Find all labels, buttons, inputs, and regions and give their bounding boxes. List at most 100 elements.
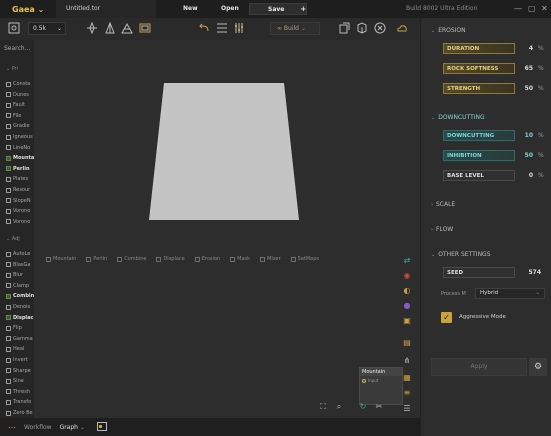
sliders-icon[interactable] — [233, 22, 245, 34]
primitive-item[interactable]: Plates — [6, 176, 28, 182]
swap-icon[interactable]: ⇄ — [402, 256, 412, 266]
menu-icon[interactable]: ☰ — [402, 404, 412, 414]
duration-value[interactable]: 4 — [511, 45, 533, 52]
terrain-icon[interactable] — [121, 22, 133, 34]
resolution-select[interactable]: 0.5k ⌄ — [28, 22, 66, 35]
fit-icon[interactable]: ⛶ — [318, 402, 328, 412]
primitive-item[interactable]: Perlin — [6, 166, 30, 172]
texture-icon[interactable] — [139, 22, 151, 34]
base-level-value[interactable]: 0 — [511, 172, 533, 179]
maximize-icon[interactable]: ▢ — [528, 0, 536, 18]
brand-menu[interactable]: Gaea ⌄ — [0, 5, 56, 14]
filter-item[interactable]: SatMaps — [290, 256, 319, 262]
cloud-icon[interactable] — [396, 22, 408, 34]
grid-icon[interactable]: ▦ — [402, 373, 412, 383]
downcutting-param[interactable]: DOWNCUTTING — [443, 130, 515, 141]
strength-value[interactable]: 50 — [511, 85, 533, 92]
primitive-item[interactable]: Vorono — [6, 219, 30, 225]
downcutting-value[interactable]: 10 — [511, 132, 533, 139]
adjustment-item[interactable]: Heal — [6, 346, 24, 352]
cancel-icon[interactable] — [374, 22, 386, 34]
adjustments-header[interactable]: ⌄ Adj — [6, 236, 20, 242]
drop-icon[interactable]: ● — [402, 301, 412, 311]
open-button[interactable]: Open — [221, 0, 239, 18]
settings-button[interactable]: ⚙ — [529, 358, 547, 376]
scale-section-header[interactable]: › SCALE — [431, 201, 455, 208]
more-icon[interactable]: ⋯ — [8, 423, 16, 432]
new-button[interactable]: New — [183, 0, 198, 18]
filter-item[interactable]: Displace — [156, 256, 185, 262]
eye-icon[interactable]: ◉ — [402, 271, 412, 281]
duration-param[interactable]: DURATION — [443, 43, 515, 54]
primitive-item[interactable]: Dunes — [6, 92, 29, 98]
rock-softness-value[interactable]: 65 — [511, 65, 533, 72]
base-level-param[interactable]: BASE LEVEL — [443, 170, 515, 181]
primitive-item[interactable]: Gradie — [6, 123, 30, 129]
adjustment-item[interactable]: Blur — [6, 272, 23, 278]
curves-icon[interactable] — [216, 22, 228, 34]
minimize-icon[interactable]: — — [514, 0, 522, 18]
terrain-preview[interactable] — [149, 83, 299, 223]
adjustment-item[interactable]: Invert — [6, 357, 28, 363]
plus-icon[interactable]: + — [300, 5, 306, 13]
adjustment-item[interactable]: Sharpe — [6, 368, 31, 374]
adjustment-item[interactable]: Clamp — [6, 283, 29, 289]
downcutting-section-header[interactable]: ⌄ DOWNCUTTING — [431, 114, 485, 121]
mini-node-mountain[interactable]: Mountain Input — [359, 367, 403, 405]
filter-item[interactable]: Mask — [230, 256, 250, 262]
refresh-icon[interactable]: ↻ — [358, 402, 368, 412]
strength-param[interactable]: STRENGTH — [443, 83, 515, 94]
flow-section-header[interactable]: › FLOW — [431, 226, 453, 233]
layers-icon[interactable]: ▤ — [402, 338, 412, 348]
primitive-item[interactable]: Resour — [6, 187, 30, 193]
primitive-item[interactable]: File — [6, 113, 21, 119]
save-button[interactable]: Save — [268, 6, 284, 13]
adjustment-item[interactable]: Sine — [6, 378, 24, 384]
export-icon[interactable] — [338, 22, 350, 34]
inhibition-param[interactable]: INHIBITION — [443, 150, 515, 161]
apply-button[interactable]: Apply — [431, 358, 527, 376]
undo-icon[interactable] — [198, 22, 210, 34]
focus-icon[interactable] — [8, 22, 20, 34]
primitive-item[interactable]: SlopeN — [6, 198, 31, 204]
filter-item[interactable]: Mixer — [260, 256, 281, 262]
primitive-item[interactable]: Fault — [6, 102, 25, 108]
file-tab[interactable]: Untitled.tor — [56, 0, 156, 18]
seed-value[interactable]: 574 — [519, 269, 541, 276]
other-settings-section-header[interactable]: ⌄ OTHER SETTINGS — [431, 251, 491, 258]
process-mode-select[interactable]: Hybrid ⌄ — [475, 288, 545, 299]
aggressive-mode-checkbox[interactable]: ✓ — [441, 312, 452, 323]
adjustment-item[interactable]: AutoLe — [6, 251, 30, 257]
inhibition-value[interactable]: 50 — [511, 152, 533, 159]
primitive-item[interactable]: Consta — [6, 81, 30, 87]
seed-param[interactable]: SEED — [443, 267, 515, 278]
erosion-section-header[interactable]: ⌄ EROSION — [431, 27, 466, 34]
adjustment-item[interactable]: Denois — [6, 304, 30, 310]
filter-item[interactable]: Mountain — [46, 256, 76, 262]
filter-item[interactable]: Perlin — [86, 256, 107, 262]
adjustment-item[interactable]: BlasGa — [6, 262, 30, 268]
primitive-item[interactable]: Igneous — [6, 134, 33, 140]
primitives-header[interactable]: ⌄ Pri — [6, 66, 18, 72]
adjustment-item[interactable]: Thresh — [6, 389, 30, 395]
viewport[interactable]: Mountain Perlin Combine Displace Erosion Mask… — [34, 40, 420, 418]
graph-view-icon[interactable] — [96, 421, 107, 433]
portal-icon[interactable]: ▣ — [402, 316, 412, 326]
align-icon[interactable]: ≡ — [402, 388, 412, 398]
close-icon[interactable]: ✕ — [541, 0, 548, 18]
adjustment-item[interactable]: Zero Be — [6, 410, 33, 416]
mask-icon[interactable]: ◐ — [402, 286, 412, 296]
rock-softness-param[interactable]: ROCK SOFTNESS — [443, 63, 515, 74]
build-button[interactable]: ∞ Build ⌄ — [270, 22, 320, 35]
adjustment-item[interactable]: Flip — [6, 325, 22, 331]
cube-icon[interactable] — [356, 22, 368, 34]
adjustment-item[interactable]: Combin — [6, 293, 34, 299]
filter-item[interactable]: Combine — [117, 256, 146, 262]
primitive-item[interactable]: Mounta — [6, 155, 34, 161]
search-input[interactable]: Search... — [4, 45, 30, 52]
compass-icon[interactable] — [86, 21, 98, 35]
hierarchy-icon[interactable]: ⋔ — [402, 356, 412, 366]
graph-select[interactable]: Graph ⌄ — [60, 424, 85, 431]
filter-item[interactable]: Erosion — [194, 256, 220, 262]
cut-icon[interactable]: ✂ — [374, 402, 384, 412]
